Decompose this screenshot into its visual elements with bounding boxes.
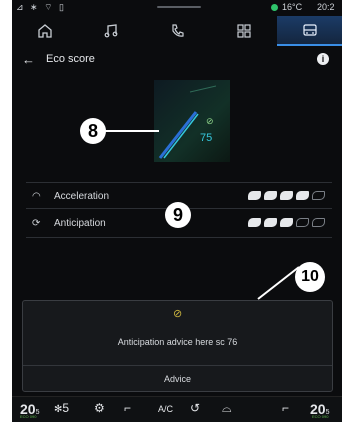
clock: 20:2 bbox=[317, 2, 335, 12]
callout-8-line bbox=[103, 130, 159, 132]
anticipation-icon: ⟳ bbox=[32, 218, 41, 229]
leaf-filled-icon bbox=[296, 191, 309, 200]
eco-label: ECO 090 bbox=[20, 414, 37, 419]
leaf-filled-icon bbox=[264, 218, 277, 227]
home-icon bbox=[38, 24, 52, 38]
tab-phone[interactable] bbox=[144, 16, 210, 46]
leaf-empty-icon bbox=[296, 218, 309, 227]
status-bar: ⊿ ∗ ⌔ ▯ 16°C 20:2 bbox=[12, 0, 342, 14]
acceleration-icon: ◠ bbox=[32, 191, 41, 202]
callout-9: 9 bbox=[165, 202, 191, 228]
leaf-filled-icon bbox=[280, 191, 293, 200]
nav-tabs bbox=[12, 16, 342, 46]
car-icon bbox=[303, 24, 317, 36]
seat-icon[interactable]: ⌐ bbox=[124, 401, 131, 415]
page-title: Eco score bbox=[46, 53, 95, 65]
leaf-empty-icon bbox=[312, 218, 325, 227]
ac-button[interactable]: A/C bbox=[158, 404, 173, 414]
acceleration-leaf-rating bbox=[248, 191, 325, 200]
divider bbox=[26, 237, 332, 238]
leaf-filled-icon bbox=[264, 191, 277, 200]
fan-value: 5 bbox=[62, 401, 70, 415]
windshield-defrost-icon[interactable]: ⌓ bbox=[222, 401, 232, 416]
info-icon[interactable]: i bbox=[317, 53, 329, 65]
apps-icon bbox=[237, 24, 251, 38]
status-dot-icon bbox=[271, 4, 278, 11]
tab-home[interactable] bbox=[12, 16, 78, 46]
drag-handle[interactable] bbox=[157, 6, 201, 8]
status-icons: ⊿ ∗ ⌔ ▯ bbox=[16, 2, 66, 12]
callout-10-line bbox=[257, 266, 300, 300]
tab-vehicle[interactable] bbox=[276, 16, 342, 46]
leaf-icon: ⊘ bbox=[173, 308, 183, 320]
tab-apps[interactable] bbox=[211, 16, 277, 46]
seat-heat-icon[interactable]: ⚙ bbox=[94, 401, 105, 415]
screen: ⊿ ∗ ⌔ ▯ 16°C 20:2 ← Eco score i ⊘ 75 8 ◠… bbox=[12, 0, 342, 422]
fan-speed[interactable]: ✻5 bbox=[54, 401, 69, 415]
metric-label: Anticipation bbox=[54, 218, 106, 229]
leaf-filled-icon bbox=[280, 218, 293, 227]
advice-card: ⊘ Anticipation advice here sc 76 Advice bbox=[22, 300, 333, 392]
eco-label: ECO 090 bbox=[312, 414, 329, 419]
page-header: ← Eco score i bbox=[12, 48, 342, 70]
tab-music[interactable] bbox=[78, 16, 144, 46]
anticipation-leaf-rating bbox=[248, 218, 325, 227]
advice-button[interactable]: Advice bbox=[23, 366, 332, 392]
recirculation-icon[interactable]: ↺ bbox=[190, 401, 200, 415]
music-icon bbox=[104, 24, 118, 38]
rear-seat-icon[interactable]: ⌐ bbox=[282, 401, 289, 415]
metric-label: Acceleration bbox=[54, 191, 110, 202]
advice-text: Anticipation advice here sc 76 bbox=[117, 337, 238, 347]
leaf-filled-icon bbox=[248, 191, 261, 200]
phone-icon bbox=[171, 24, 184, 37]
leaf-icon: ⊘ bbox=[206, 116, 214, 126]
gauge-needle-icon bbox=[158, 85, 217, 159]
back-arrow-icon[interactable]: ← bbox=[22, 52, 35, 67]
leaf-filled-icon bbox=[248, 218, 261, 227]
eco-score-gauge: ⊘ 75 bbox=[154, 80, 230, 162]
leaf-empty-icon bbox=[312, 191, 325, 200]
eco-score-value: 75 bbox=[200, 132, 213, 144]
callout-8: 8 bbox=[80, 118, 106, 144]
callout-10: 10 bbox=[295, 262, 325, 292]
divider bbox=[26, 182, 332, 183]
climate-bar: 205 ECO 090 ✻5 ⚙ ⌐ A/C ↺ ⌓ ⌐ 205 ECO 090 bbox=[12, 396, 342, 422]
outside-temperature: 16°C bbox=[282, 2, 303, 12]
